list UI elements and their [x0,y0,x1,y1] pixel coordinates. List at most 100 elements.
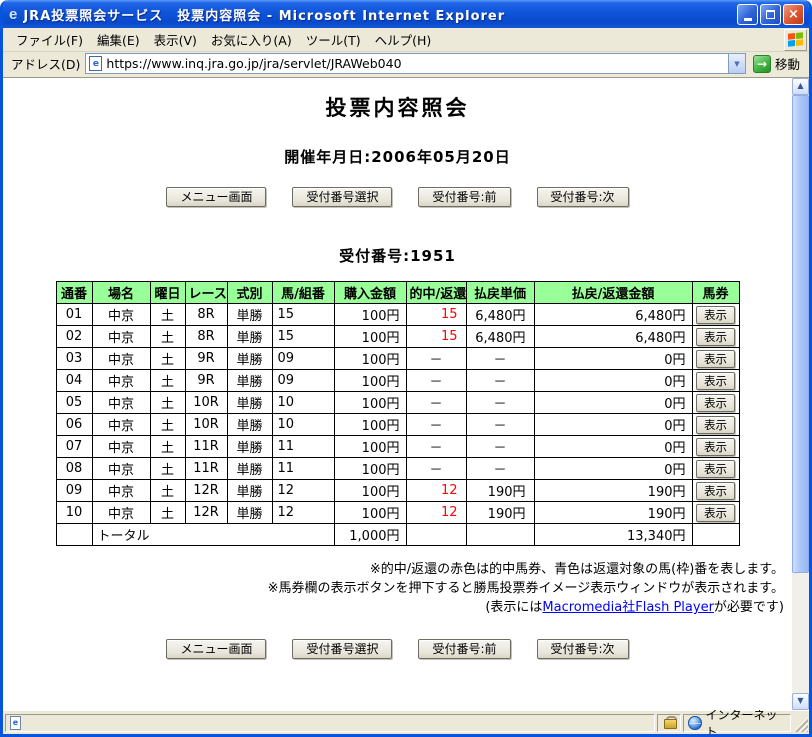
cell-ticket: 表示 [691,391,740,414]
cell-total-payout: 13,340円 [533,523,693,546]
document-icon: e [10,715,21,730]
show-ticket-button[interactable]: 表示 [696,459,735,478]
cell-bet-type: 単勝 [226,435,273,458]
cell-amount: 100円 [333,457,407,480]
bet-row: 10 中京 土 12R 単勝 12 100円 12 190円 190円 表示 [55,501,740,524]
col-header-race: レース [184,281,228,304]
cell-day: 土 [149,391,186,414]
scroll-up-button[interactable]: ▲ [792,78,809,95]
cell-serial: 06 [55,413,93,436]
menu-view[interactable]: 表示(V) [147,27,204,52]
receipt-select-button[interactable]: 受付番号選択 [292,187,393,207]
cell-bet-type: 単勝 [226,303,273,326]
cell-hit: － [405,413,467,436]
cell-ticket: 表示 [691,501,740,524]
cell-race: 11R [184,435,228,458]
bet-row: 03 中京 土 9R 単勝 09 100円 － － 0円 表示 [55,347,740,370]
receipt-next-button[interactable]: 受付番号:次 [536,187,629,207]
cell-horse-number: 12 [271,479,335,502]
cell-unit-payout: － [465,391,535,414]
address-bar: アドレス(D) e https://www.inq.jra.go.jp/jra/… [3,52,809,78]
note-line-3: (表示にはMacromedia社Flash Playerが必要です) [3,598,784,617]
cell-unit-payout: － [465,435,535,458]
menu-tools[interactable]: ツール(T) [299,27,368,52]
receipt-next-button-bottom[interactable]: 受付番号:次 [536,639,629,659]
menu-file[interactable]: ファイル(F) [9,27,90,52]
receipt-select-button-bottom[interactable]: 受付番号選択 [292,639,393,659]
title-bar[interactable]: e JRA投票照会サービス 投票内容照会 - Microsoft Interne… [3,0,809,28]
show-ticket-button[interactable]: 表示 [696,371,735,390]
cell-hit: 15 [405,325,467,348]
scrollbar-track[interactable] [792,95,809,693]
receipt-prev-button-bottom[interactable]: 受付番号:前 [418,639,511,659]
menu-screen-button[interactable]: メニュー画面 [166,187,267,207]
close-button[interactable]: × [783,3,804,25]
vertical-scrollbar[interactable]: ▲ ▼ [792,78,809,710]
cell-ticket: 表示 [691,369,740,392]
windows-logo-tile [784,28,807,51]
show-ticket-button[interactable]: 表示 [696,503,735,522]
page-title: 投票内容照会 [325,96,470,120]
cell-horse-number: 09 [271,347,335,370]
receipt-number: 受付番号:1951 [339,247,456,265]
cell-place: 中京 [91,457,151,480]
bet-row: 04 中京 土 9R 単勝 09 100円 － － 0円 表示 [55,369,740,392]
menu-help[interactable]: ヘルプ(H) [368,27,439,52]
cell-place: 中京 [91,435,151,458]
show-ticket-button[interactable]: 表示 [696,437,735,456]
cell-payout: 0円 [533,391,693,414]
address-input[interactable]: e https://www.inq.jra.go.jp/jra/servlet/… [85,53,746,74]
show-ticket-button[interactable]: 表示 [696,349,735,368]
browser-viewport: 投票内容照会 開催年月日:2006年05月20日 メニュー画面 受付番号選択 受… [3,78,809,710]
show-ticket-button[interactable]: 表示 [696,415,735,434]
cell-race: 9R [184,347,228,370]
bet-row: 09 中京 土 12R 単勝 12 100円 12 190円 190円 表示 [55,479,740,502]
cell-serial: 07 [55,435,93,458]
cell-day: 土 [149,413,186,436]
cell-race: 12R [184,501,228,524]
col-header-place: 場名 [91,281,151,304]
go-button[interactable]: → 移動 [751,53,805,74]
cell-place: 中京 [91,325,151,348]
show-ticket-button[interactable]: 表示 [696,393,735,412]
cell-day: 土 [149,303,186,326]
cell-serial: 05 [55,391,93,414]
cell-ticket: 表示 [691,347,740,370]
cell-total-blank [691,523,740,546]
address-dropdown-button[interactable]: ▼ [727,54,745,73]
cell-serial: 08 [55,457,93,480]
col-header-day: 曜日 [149,281,186,304]
cell-payout: 6,480円 [533,325,693,348]
cell-day: 土 [149,325,186,348]
cell-amount: 100円 [333,303,407,326]
menu-edit[interactable]: 編集(E) [90,27,147,52]
receipt-prev-button[interactable]: 受付番号:前 [418,187,511,207]
cell-total-amount: 1,000円 [333,523,407,546]
maximize-button[interactable] [760,3,781,25]
show-ticket-button[interactable]: 表示 [696,481,735,500]
resize-grip[interactable] [793,717,808,732]
cell-unit-payout: － [465,413,535,436]
cell-day: 土 [149,501,186,524]
cell-place: 中京 [91,303,151,326]
go-label: 移動 [774,57,800,72]
cell-amount: 100円 [333,413,407,436]
cell-amount: 100円 [333,325,407,348]
show-ticket-button[interactable]: 表示 [696,327,735,346]
menu-screen-button-bottom[interactable]: メニュー画面 [166,639,267,659]
cell-payout: 0円 [533,347,693,370]
flash-player-link[interactable]: Macromedia社Flash Player [542,600,714,615]
cell-serial: 04 [55,369,93,392]
scrollbar-thumb[interactable] [792,95,809,574]
scroll-down-button[interactable]: ▼ [792,693,809,710]
col-header-bet-type: 式別 [226,281,273,304]
show-ticket-button[interactable]: 表示 [696,305,735,324]
minimize-button[interactable] [737,3,758,25]
zone-label: インターネット [705,707,778,737]
cell-amount: 100円 [333,391,407,414]
cell-unit-payout: 6,480円 [465,325,535,348]
cell-bet-type: 単勝 [226,347,273,370]
note-line-2: ※馬券欄の表示ボタンを押下すると勝馬投票券イメージ表示ウィンドウが表示されます。 [267,581,784,596]
cell-day: 土 [149,347,186,370]
menu-favorites[interactable]: お気に入り(A) [204,27,299,52]
